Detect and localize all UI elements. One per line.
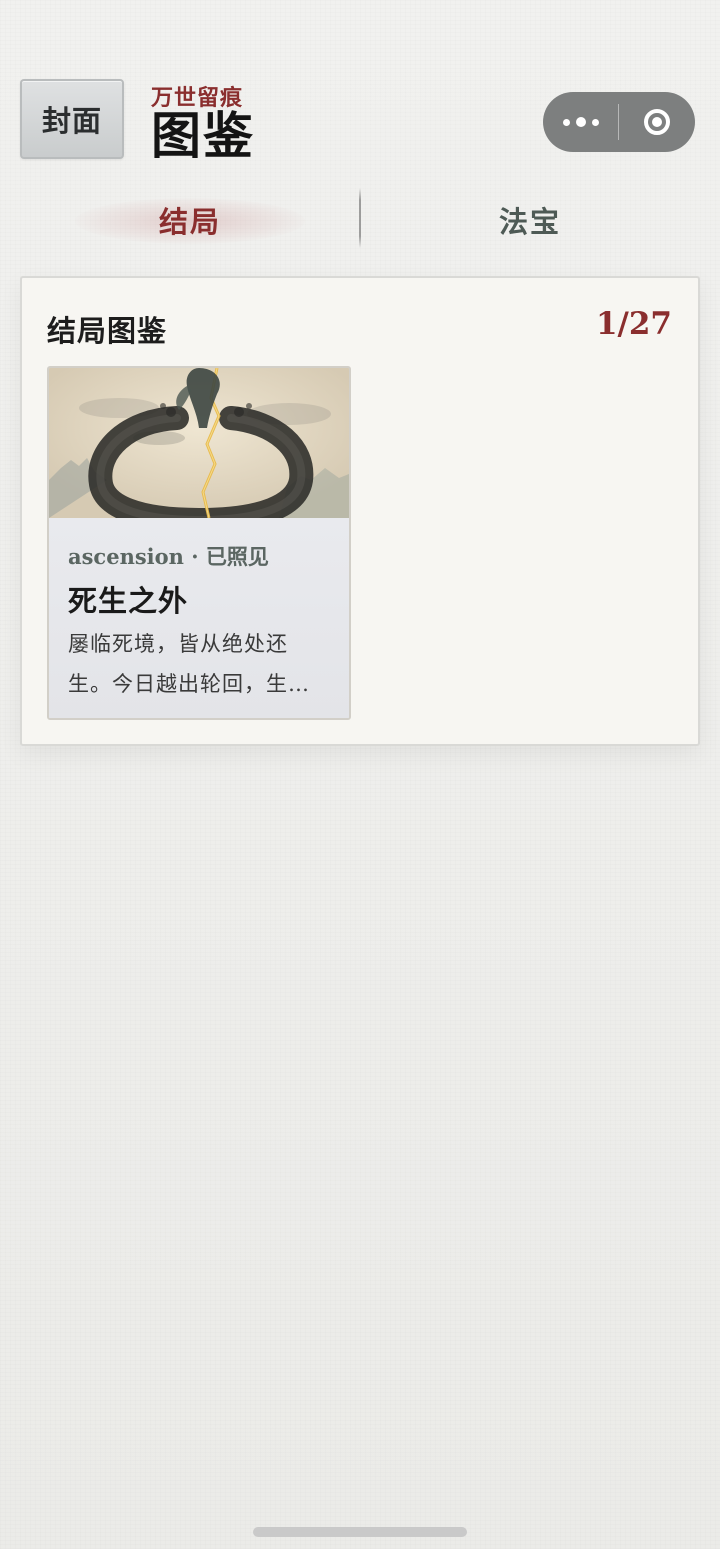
tab-treasure[interactable]: 法宝 <box>360 188 700 252</box>
page-title: 图鉴 <box>151 106 255 165</box>
ending-card-body: ascension · 已照见 死生之外 屡临死境，皆从绝处还生。今日越出轮回，… <box>49 518 349 718</box>
ink-ring-ascension-art <box>49 368 349 518</box>
target-close-icon[interactable] <box>619 92 695 152</box>
ending-gallery-panel: 结局图鉴 1/27 ascension · 已照见 死生之外 屡临死境，皆从绝处… <box>20 276 700 746</box>
cover-button[interactable]: 封面 <box>20 79 124 159</box>
mini-program-capsule <box>543 92 695 152</box>
ending-card[interactable]: ascension · 已照见 死生之外 屡临死境，皆从绝处还生。今日越出轮回，… <box>47 366 351 720</box>
tab-bar: 结局 法宝 <box>20 188 700 252</box>
more-dots-icon[interactable] <box>543 92 618 152</box>
panel-title: 结局图鉴 <box>47 314 168 348</box>
ending-title: 死生之外 <box>68 584 189 618</box>
home-indicator[interactable] <box>253 1527 467 1537</box>
tab-ending-label: 结局 <box>158 205 221 239</box>
tab-ending[interactable]: 结局 <box>20 188 360 252</box>
tab-treasure-label: 法宝 <box>498 205 561 239</box>
collection-count: 1/27 <box>595 306 672 342</box>
ending-meta: ascension · 已照见 <box>68 544 269 569</box>
ending-description: 屡临死境，皆从绝处还生。今日越出轮回，生死之外自有天地。 <box>68 632 310 696</box>
